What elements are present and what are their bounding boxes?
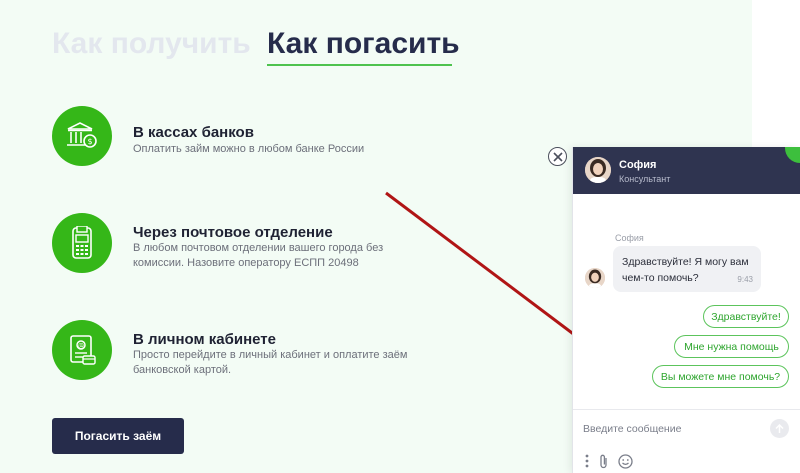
active-tab-underline — [267, 64, 452, 66]
message-input[interactable] — [583, 418, 763, 440]
close-icon — [552, 151, 563, 162]
divider — [573, 409, 800, 410]
emoji-button[interactable] — [617, 453, 633, 469]
avatar — [585, 268, 605, 288]
smile-icon — [617, 453, 633, 469]
paperclip-icon — [600, 454, 607, 468]
agent-name: София — [619, 159, 657, 171]
close-chat-button[interactable] — [548, 147, 567, 166]
agent-role: Консультант — [619, 174, 671, 184]
tab-how-to-get[interactable]: Как получить — [52, 26, 251, 62]
more-vertical-icon — [585, 454, 589, 468]
message-bubble: Здравствуйте! Я могу вам чем-то помочь? … — [613, 246, 761, 292]
quick-reply-can-you-help[interactable]: Вы можете мне помочь? — [652, 365, 789, 388]
chat-header: София Консультант — [573, 147, 800, 194]
chat-widget: София Консультант София Здравствуйте! Я … — [572, 147, 800, 473]
avatar — [585, 157, 611, 183]
repay-loan-button[interactable]: Погасить заём — [52, 418, 184, 454]
method-description: Оплатить займ можно в любом банке России — [133, 143, 365, 155]
method-description: Просто перейдите в личный кабинет и опла… — [133, 349, 408, 376]
message-time: 9:43 — [737, 275, 753, 284]
account-icon: @ — [52, 320, 112, 380]
quick-reply-need-help[interactable]: Мне нужна помощь — [674, 335, 789, 358]
arrow-up-icon — [775, 423, 784, 433]
attach-button[interactable] — [598, 453, 610, 469]
bank-icon: $ — [52, 106, 112, 166]
method-title: В личном кабинете — [133, 331, 276, 348]
method-title: В кассах банков — [133, 124, 254, 141]
message-text: Здравствуйте! Я могу вам чем-то помочь? — [622, 256, 749, 284]
send-button[interactable] — [770, 419, 789, 438]
method-description: В любом почтовом отделении вашего города… — [133, 242, 384, 269]
svg-text:@: @ — [78, 343, 84, 350]
message-sender: София — [615, 233, 644, 243]
quick-reply-hello[interactable]: Здравствуйте! — [703, 305, 789, 328]
method-title: Через почтовое отделение — [133, 224, 333, 241]
pos-terminal-icon — [52, 213, 112, 273]
online-indicator — [785, 147, 800, 163]
svg-text:$: $ — [87, 137, 92, 146]
tab-how-to-pay[interactable]: Как погасить — [267, 26, 460, 62]
more-options-button[interactable] — [584, 453, 590, 469]
